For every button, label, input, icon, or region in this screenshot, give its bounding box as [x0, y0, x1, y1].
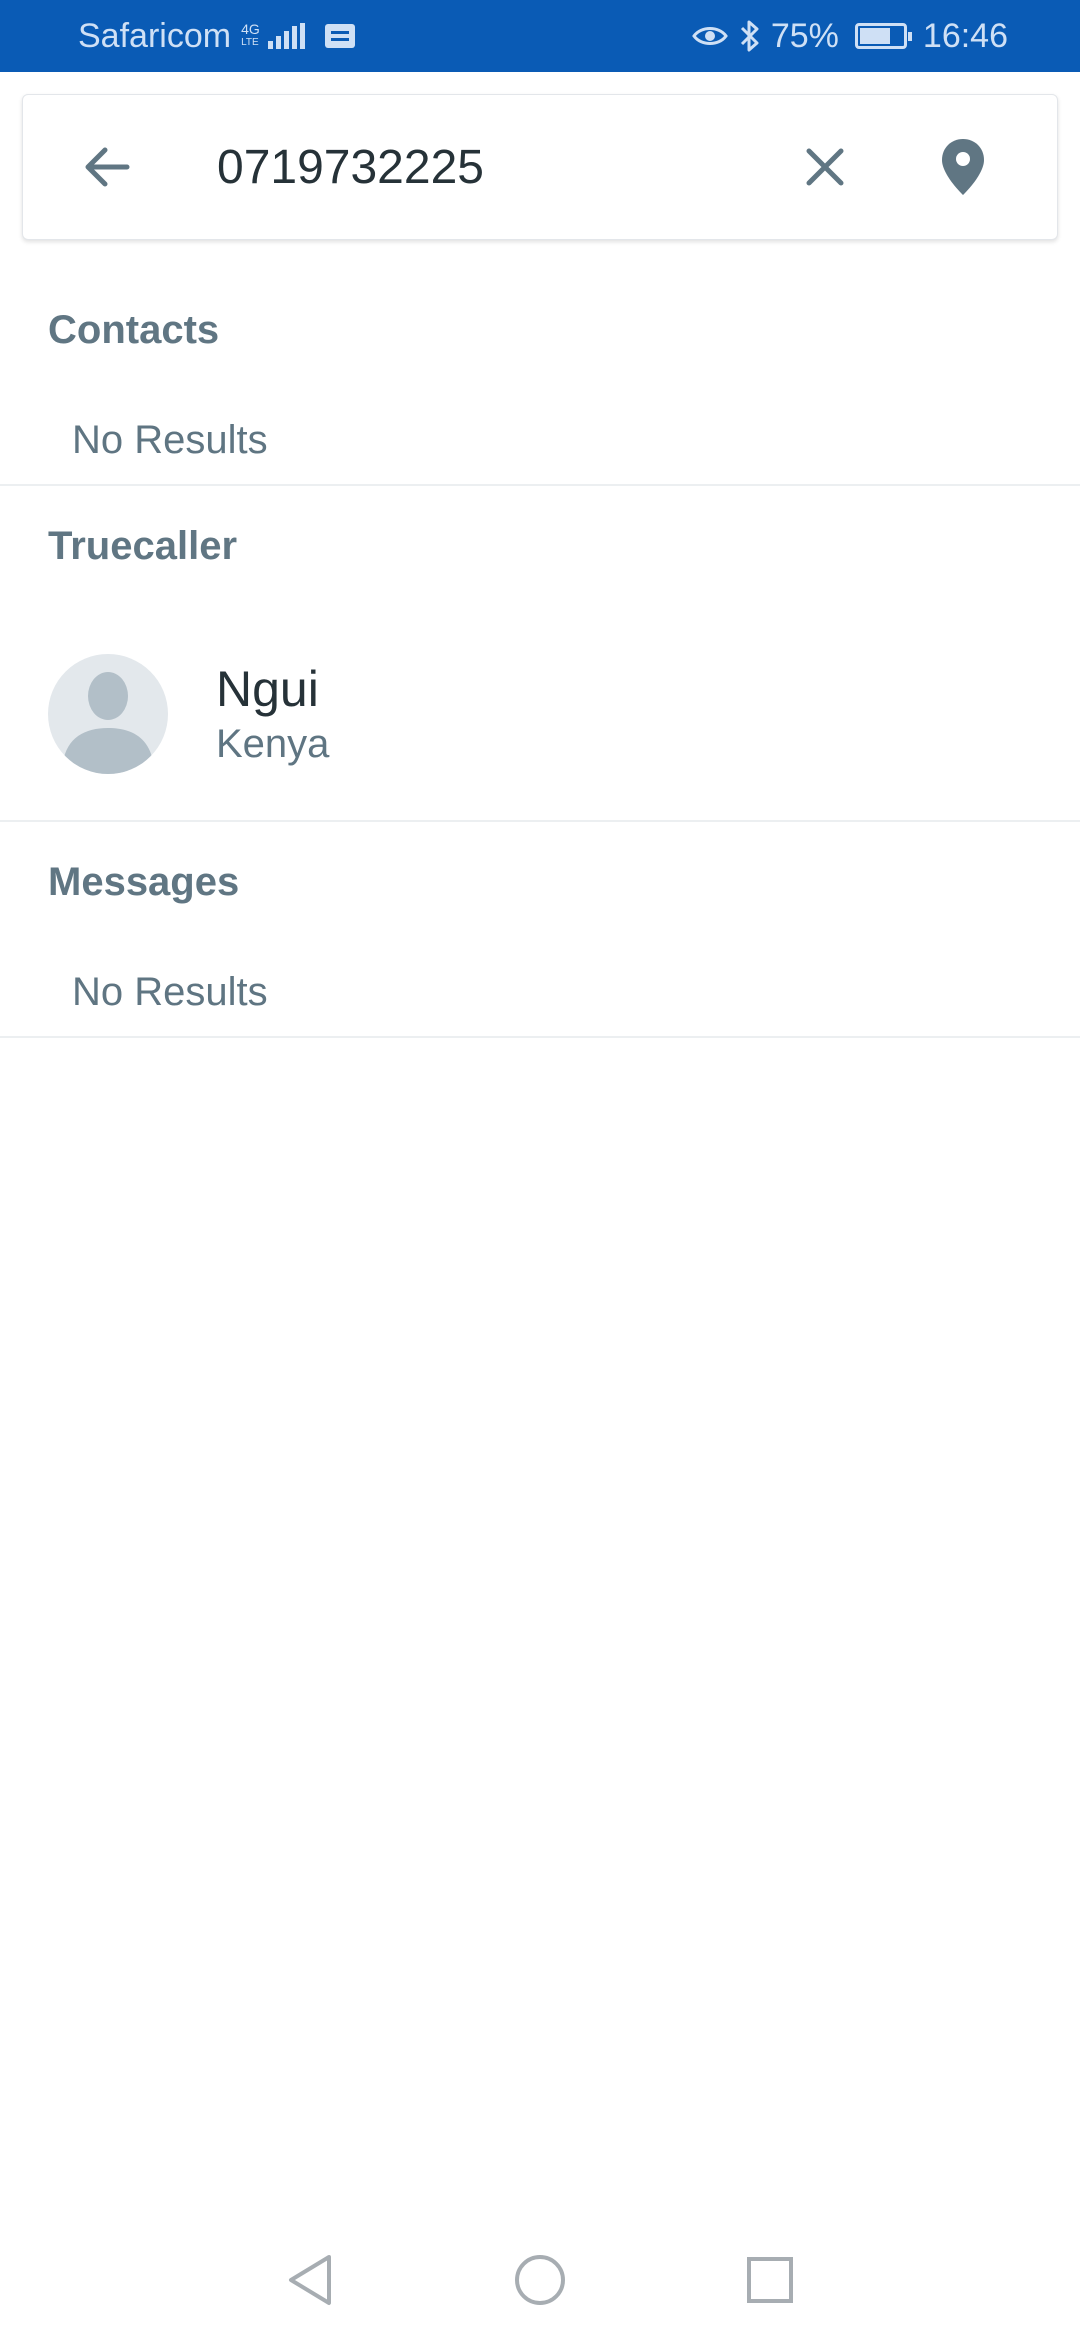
location-pin-icon	[942, 139, 984, 195]
status-left: Safaricom 4G LTE	[78, 0, 355, 72]
person-placeholder-icon	[62, 672, 154, 774]
battery-fill	[859, 28, 891, 44]
nav-back-button[interactable]	[280, 2250, 340, 2310]
status-right: 75% 16:46	[691, 0, 1008, 72]
message-icon	[324, 24, 355, 48]
system-nav-bar	[0, 2220, 1080, 2340]
back-triangle-icon	[289, 2255, 331, 2305]
result-country: Kenya	[216, 722, 330, 766]
close-icon	[806, 148, 844, 186]
contacts-no-results: No Results	[72, 418, 268, 462]
messages-section-title: Messages	[48, 860, 240, 904]
clock-time: 16:46	[922, 16, 1008, 55]
network-type-badge: 4G LTE	[241, 22, 260, 50]
location-button[interactable]	[931, 131, 995, 203]
result-name: Ngui	[216, 661, 319, 717]
home-circle-icon	[515, 2255, 565, 2305]
search-input[interactable]	[217, 131, 777, 203]
divider	[0, 1036, 1080, 1038]
network-type-bottom: LTE	[241, 37, 259, 48]
truecaller-result-row[interactable]: Ngui Kenya	[0, 610, 1080, 820]
back-button[interactable]	[75, 135, 139, 199]
truecaller-section-title: Truecaller	[48, 524, 238, 568]
status-bar: Safaricom 4G LTE 75% 16:46	[0, 0, 1080, 72]
battery-icon	[854, 23, 912, 49]
bluetooth-icon	[740, 20, 759, 52]
nav-home-button[interactable]	[510, 2250, 570, 2310]
carrier-name: Safaricom	[78, 16, 232, 55]
nav-recents-button[interactable]	[740, 2250, 800, 2310]
clear-search-button[interactable]	[793, 135, 857, 199]
divider	[0, 820, 1080, 822]
arrow-left-icon	[85, 147, 130, 187]
signal-icon	[267, 23, 305, 49]
network-type-top: 4G	[241, 21, 260, 37]
messages-no-results: No Results	[72, 970, 268, 1014]
contacts-section-title: Contacts	[48, 308, 220, 352]
divider	[0, 484, 1080, 486]
recents-square-icon	[747, 2257, 793, 2303]
search-bar	[22, 94, 1058, 240]
eye-comfort-icon	[692, 27, 728, 45]
battery-percent: 75%	[770, 16, 839, 55]
avatar	[48, 654, 168, 774]
